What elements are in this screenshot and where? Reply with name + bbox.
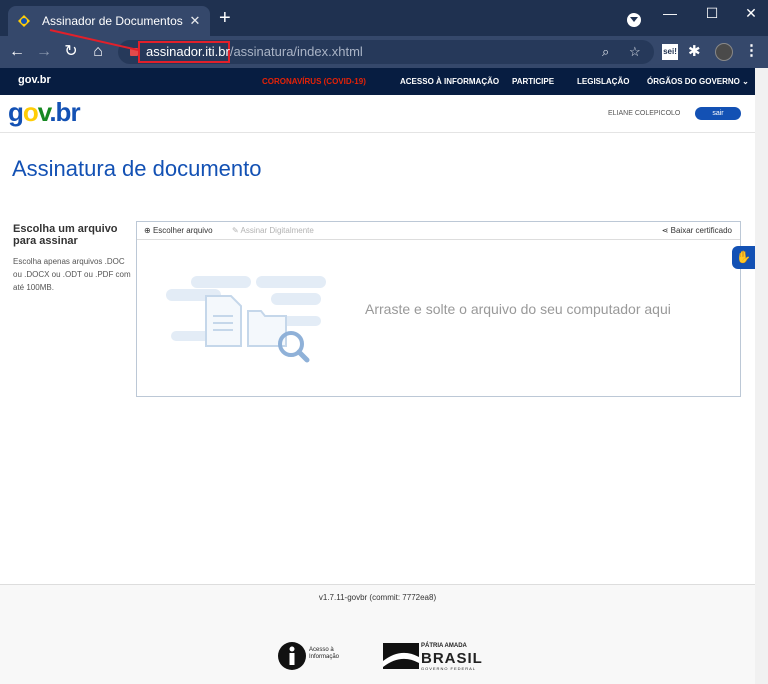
annotation-arrow — [49, 29, 139, 51]
patria-amada-text: PÁTRIA AMADA — [421, 643, 467, 649]
download-certificate-button[interactable]: ⋖ Baixar certificado — [662, 226, 732, 235]
side-description: Escolha apenas arquivos .DOC ou .DOCX ou… — [13, 257, 131, 292]
legislation-link[interactable]: LEGISLAÇÃO — [577, 77, 629, 86]
choose-file-label: Escolher arquivo — [152, 226, 213, 235]
cert-label: Baixar certificado — [670, 226, 732, 235]
logo-b: b — [55, 97, 72, 127]
logo-o: o — [22, 97, 39, 127]
user-name: ELIANE COLEPICOLO — [608, 110, 681, 117]
site-header: gov.br ELIANE COLEPICOLO sair — [0, 95, 755, 133]
govbr-small-logo[interactable]: gov.br — [18, 74, 51, 86]
gov-top-bar: gov.br CORONAVÍRUS (COVID-19) ACESSO À I… — [0, 68, 755, 95]
access-information-label[interactable]: Acesso à Informação — [309, 647, 369, 661]
govbr-logo[interactable]: gov.br — [8, 97, 81, 128]
share-icon: ⋖ — [661, 226, 669, 235]
choose-file-button[interactable]: ⊕ Escolher arquivo — [144, 226, 213, 235]
logout-button[interactable]: sair — [695, 107, 741, 120]
accessibility-hand-icon[interactable]: ✋ — [732, 246, 755, 269]
sign-label: Assinar Digitalmente — [240, 226, 314, 235]
participe-link[interactable]: PARTICIPE — [512, 77, 554, 86]
version-text: v1.7.11-govbr (commit: 7772ea8) — [318, 593, 437, 602]
logo-g: g — [8, 97, 24, 127]
gov-organs-link[interactable]: ÓRGÃOS DO GOVERNO ⌄ — [647, 77, 749, 86]
upload-toolbar: ⊕ Escolher arquivo ✎ Assinar Digitalment… — [137, 222, 740, 240]
drop-zone-text: Arraste e solte o arquivo do seu computa… — [365, 301, 671, 317]
brasil-flag-logo-icon — [383, 643, 419, 669]
page-scrollbar[interactable] — [755, 68, 768, 684]
ai-line2: Informação — [309, 654, 340, 660]
chevron-down-icon: ⌄ — [742, 77, 749, 86]
sign-digitally-button[interactable]: ✎ Assinar Digitalmente — [232, 226, 314, 235]
side-title: Escolha um arquivo para assinar — [13, 223, 118, 247]
brasil-text: BRASIL — [421, 650, 483, 667]
access-information-icon[interactable] — [277, 641, 307, 671]
ai-line1: Acesso à — [309, 647, 334, 653]
upload-panel: ⊕ Escolher arquivo ✎ Assinar Digitalment… — [136, 221, 741, 397]
plus-circle-icon: ⊕ — [144, 226, 151, 235]
gov-organs-label: ÓRGÃOS DO GOVERNO — [647, 77, 740, 86]
logo-v: v — [37, 97, 50, 127]
access-info-link[interactable]: ACESSO À INFORMAÇÃO — [400, 77, 499, 86]
drop-zone[interactable]: Arraste e solte o arquivo do seu computa… — [137, 241, 740, 396]
page-title: Assinatura de documento — [12, 156, 262, 181]
edit-icon: ✎ — [232, 226, 239, 235]
logo-r: r — [70, 97, 80, 127]
governo-federal-text: GOVERNO FEDERAL — [421, 666, 477, 671]
site-footer: v1.7.11-govbr (commit: 7772ea8) — [0, 584, 755, 684]
file-search-illustration-icon — [166, 276, 326, 363]
covid-link[interactable]: CORONAVÍRUS (COVID-19) — [262, 77, 366, 86]
